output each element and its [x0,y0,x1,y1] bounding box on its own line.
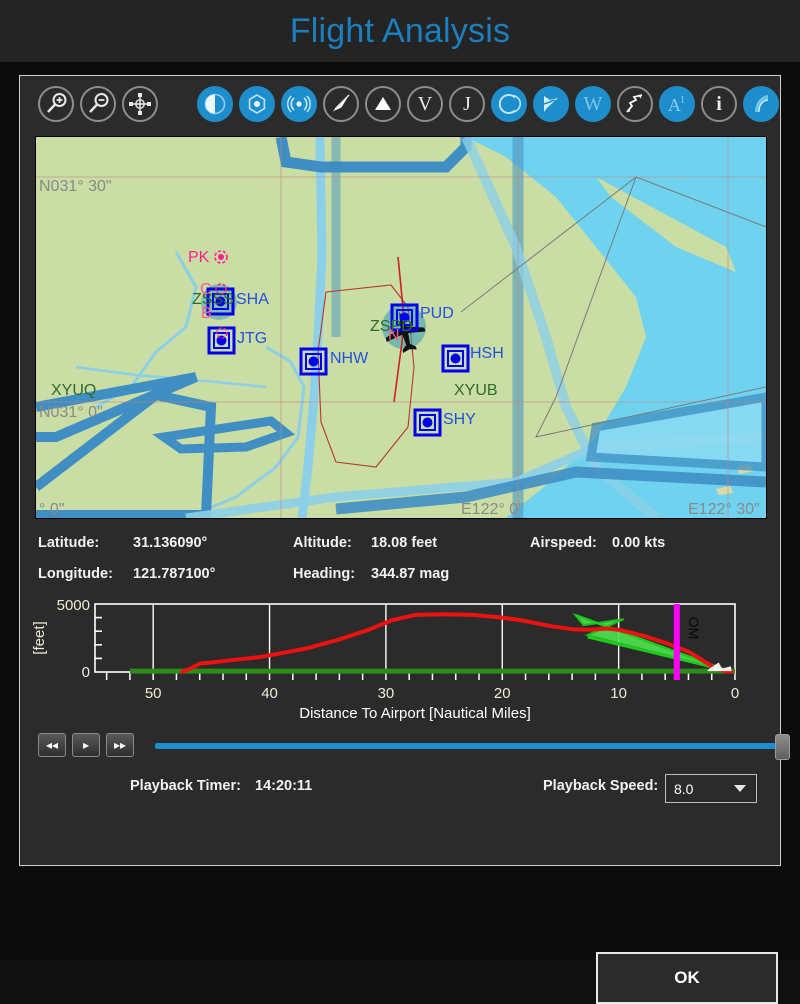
waypoint-letter: W [583,93,603,115]
play-button[interactable]: ▸ [72,733,100,757]
chart-x-tick-40: 40 [261,685,278,702]
chart-outer-marker-label: OM [686,617,702,640]
readout-heading-value: 344.87 mag [371,566,450,582]
toolbar-zoom-group [35,86,161,122]
chart-y-max-label: 5000 [57,597,90,614]
chevron-down-icon[interactable] [734,785,746,792]
chart-x-tick-20: 20 [494,685,511,702]
vor-icon[interactable]: V [407,86,443,122]
map-fix-label-XYUB: XYUB [454,382,498,399]
playback-timer-value: 14:20:11 [255,778,313,794]
map-navaid-label-PK: PK [188,249,210,266]
page-title: Flight Analysis [289,11,511,50]
layers-icon[interactable] [743,86,779,122]
altitude-profile-svg[interactable]: 50 40 30 20 10 0 5000 0 [feet] Distance To Ai… [20,596,782,726]
svg-text:1: 1 [680,95,685,106]
chart-series-group [129,604,735,680]
waypoint-icon[interactable]: W [575,86,611,122]
readout-longitude-value: 121.787100° [133,566,216,582]
readout-heading: Heading: 344.87 mag [293,563,449,585]
triangle-icon[interactable] [365,86,401,122]
rewind-button[interactable]: ◂◂ [38,733,66,757]
chart-y-axis-label: [feet] [31,621,48,654]
chart-y-tickmarks [95,616,102,660]
playback-timer-label: Playback Timer: [130,778,241,794]
transport-buttons: ◂◂ ▸ ▸▸ [38,733,134,757]
map-airport-label-HSH: HSH [470,345,504,362]
playback-speed-value: 8.0 [674,780,694,797]
jet-route-icon[interactable]: J [449,86,485,122]
chart-x-tick-30: 30 [378,685,395,702]
label-icon[interactable]: A 1 [659,86,695,122]
playback-controls: ◂◂ ▸ ▸▸ Playback Timer: 14:20:11 Playbac… [20,731,790,851]
chart-x-tick-labels: 50 40 30 20 10 0 [145,685,739,702]
readout-altitude: Altitude: 18.08 feet [293,532,437,554]
zigzag-arrow-icon[interactable] [617,86,653,122]
chart-y-min-label: 0 [82,664,90,681]
map-navaid-label-B: B [201,305,212,322]
contrast-icon[interactable] [197,86,233,122]
map-fix-label-ZSSS: ZSSS [192,291,234,308]
chart-x-axis-label: Distance To Airport [Nautical Miles] [299,705,530,722]
airspace-icon[interactable] [491,86,527,122]
toolbar-layer-group: V J W A 1 i [194,86,782,122]
altitude-profile-chart[interactable]: 50 40 30 20 10 0 5000 0 [feet] Distance To Ai… [20,596,782,726]
pan-center-icon[interactable] [121,86,158,122]
map-airport-label-SHA: SHA [236,291,269,308]
chart-x-tick-50: 50 [145,685,162,702]
readout-altitude-value: 18.08 feet [371,535,438,551]
map-grid-label-partial: ° 0" [39,501,64,518]
zoom-in-icon[interactable] [37,86,74,122]
map-grid-label-e12230: E122° 30" [688,501,760,518]
terrain-icon[interactable] [533,86,569,122]
hexagon-icon[interactable] [239,86,275,122]
playback-speed-label: Playback Speed: [543,778,659,794]
readout-latitude-label: Latitude: [38,535,100,551]
info-icon[interactable]: i [701,86,737,122]
readout-airspeed-label: Airspeed: [530,535,597,551]
map-grid-label-e1220: E122° 0" [461,501,524,518]
window-title-bar: Flight Analysis [0,0,800,62]
readout-longitude-label: Longitude: [38,566,113,582]
readout-airspeed: Airspeed: 0.00 kts [530,532,665,554]
vor-letter: V [417,93,433,115]
readout-latitude-value: 31.136090° [133,535,208,551]
zoom-out-icon[interactable] [79,86,116,122]
map-navaid-label-N: N [388,327,400,344]
radar-icon[interactable] [281,86,317,122]
map-navaid-label-C: C [200,281,212,298]
chart-x-tick-10: 10 [610,685,627,702]
info-letter: i [716,93,722,115]
jet-route-letter: J [463,93,471,115]
map-airport-label-PUD: PUD [420,305,454,322]
fast-forward-button[interactable]: ▸▸ [106,733,134,757]
map-airport-label-JTG: JTG [237,330,267,347]
playback-slider-knob[interactable] [775,734,790,760]
map-grid-label-n3130: N031° 30" [39,178,112,195]
readout-latitude: Latitude: 31.136090° [38,532,207,554]
vector-arrow-icon[interactable] [323,86,359,122]
readout-heading-label: Heading: [293,566,356,582]
map-airport-label-SHY: SHY [443,411,476,428]
map-fix-label-XYUQ: XYUQ [51,382,96,399]
chart-x-tick-0: 0 [731,685,739,702]
map-canvas[interactable]: N031° 30" N031° 0" E122° 0" E122° 30" ° … [36,137,766,518]
readout-airspeed-value: 0.00 kts [612,535,666,551]
playback-speed-select[interactable]: 8.0 [665,774,757,803]
map-airport-label-NHW: NHW [330,350,369,367]
moving-map[interactable]: N031° 30" N031° 0" E122° 0" E122° 30" ° … [35,136,767,519]
readout-longitude: Longitude: 121.787100° [38,563,215,585]
readout-altitude-label: Altitude: [293,535,352,551]
playback-slider-track[interactable] [155,743,785,749]
map-grid-label-n310: N031° 0" [39,404,103,421]
analysis-panel: V J W A 1 i N031° 30" N031° 0" E122° 0" … [19,75,790,866]
dialog-stage: V J W A 1 i N031° 30" N031° 0" E122° 0" … [0,62,800,1004]
telemetry-readout: Latitude: 31.136090° Longitude: 121.7871… [20,528,782,590]
map-toolbar: V J W A 1 i [20,76,782,132]
